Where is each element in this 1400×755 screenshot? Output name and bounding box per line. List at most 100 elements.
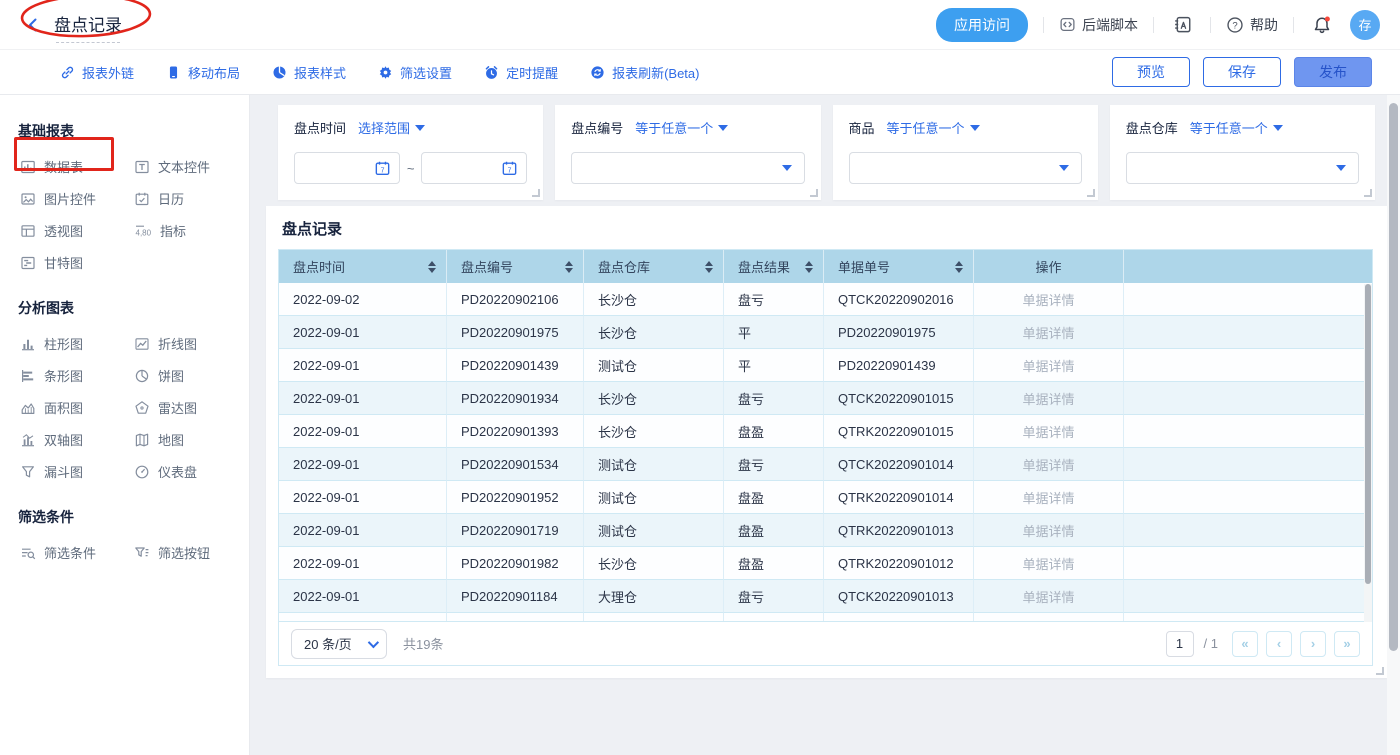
- filter-widgets-grid: 筛选条件 筛选按钮: [18, 543, 231, 562]
- col-result[interactable]: 盘点结果: [724, 250, 824, 283]
- sidebar-item-bar-chart[interactable]: 条形图: [20, 366, 120, 385]
- filter-operator-dropdown[interactable]: 选择范围: [358, 118, 425, 137]
- document-detail-link[interactable]: 单据详情: [1022, 356, 1074, 375]
- avatar[interactable]: 存: [1350, 10, 1380, 40]
- sidebar-item-column-chart[interactable]: 柱形图: [20, 334, 120, 353]
- table-title: 盘点记录: [278, 216, 1373, 249]
- sidebar-item-text-widget[interactable]: 文本控件: [134, 157, 231, 176]
- table-vertical-scrollbar[interactable]: [1364, 284, 1372, 622]
- page-vertical-scrollbar[interactable]: [1387, 95, 1400, 755]
- scrollbar-thumb[interactable]: [1365, 284, 1371, 584]
- scrollbar-thumb[interactable]: [1389, 103, 1398, 651]
- sidebar-item-funnel-chart[interactable]: 漏斗图: [20, 462, 120, 481]
- filter-select[interactable]: [1126, 152, 1359, 184]
- sort-icon[interactable]: [955, 261, 963, 273]
- filter-select[interactable]: [849, 152, 1082, 184]
- sort-icon[interactable]: [705, 261, 713, 273]
- col-warehouse[interactable]: 盘点仓库: [584, 250, 724, 283]
- address-book-button[interactable]: [1169, 12, 1195, 38]
- sidebar-item-map[interactable]: 地图: [134, 430, 231, 449]
- toolbar-item-report-style[interactable]: 报表样式: [272, 63, 346, 82]
- document-detail-link[interactable]: 单据详情: [1022, 323, 1074, 342]
- document-detail-link[interactable]: 单据详情: [1022, 488, 1074, 507]
- sidebar-item-image-widget[interactable]: 图片控件: [20, 189, 120, 208]
- sort-icon[interactable]: [565, 261, 573, 273]
- sidebar-item-radar-chart[interactable]: 雷达图: [134, 398, 231, 417]
- filter-operator-dropdown[interactable]: 等于任意一个: [1190, 118, 1283, 137]
- data-table-widget[interactable]: 盘点记录 盘点时间 盘点编号 盘点仓库 盘点结果 单据单号 操作 2022-09…: [266, 206, 1387, 678]
- toolbar-item-external-link[interactable]: 报表外链: [60, 63, 134, 82]
- cell-result: 盘亏: [724, 580, 824, 613]
- sidebar-item-line-chart[interactable]: 折线图: [134, 334, 231, 353]
- chevron-down-icon: [970, 125, 980, 131]
- prev-page-button[interactable]: ‹: [1266, 631, 1292, 657]
- last-page-button[interactable]: »: [1334, 631, 1360, 657]
- sidebar-item-filter-button[interactable]: 筛选按钮: [134, 543, 231, 562]
- col-inventory-number[interactable]: 盘点编号: [447, 250, 584, 283]
- basic-reports-grid: 数据表 文本控件 图片控件 日历 透视图: [18, 157, 231, 272]
- sidebar-item-label: 数据表: [44, 157, 83, 176]
- widget-resize-handle[interactable]: [532, 189, 540, 197]
- filter-widget-inventory-number[interactable]: 盘点编号 等于任意一个: [555, 105, 820, 200]
- filter-select[interactable]: [571, 152, 804, 184]
- cell-inventory-time: 2022-09-01: [279, 349, 447, 382]
- sidebar-item-pie-chart[interactable]: 饼图: [134, 366, 231, 385]
- filter-operator-dropdown[interactable]: 等于任意一个: [887, 118, 980, 137]
- save-button[interactable]: 保存: [1203, 57, 1281, 87]
- document-detail-link[interactable]: 单据详情: [1022, 455, 1074, 474]
- sidebar-item-filter-condition[interactable]: 筛选条件: [20, 543, 120, 562]
- col-document-number[interactable]: 单据单号: [824, 250, 974, 283]
- filter-widget-inventory-time[interactable]: 盘点时间 选择范围 7 ~ 7: [278, 105, 543, 200]
- preview-button[interactable]: 预览: [1112, 57, 1190, 87]
- first-page-button[interactable]: «: [1232, 631, 1258, 657]
- sidebar-item-pivot-table[interactable]: 透视图: [20, 221, 120, 240]
- help-button[interactable]: ? 帮助: [1226, 15, 1278, 35]
- document-detail-link[interactable]: 单据详情: [1022, 422, 1074, 441]
- sidebar-item-dual-axis-chart[interactable]: 双轴图: [20, 430, 120, 449]
- sidebar-item-gauge[interactable]: 仪表盘: [134, 462, 231, 481]
- document-detail-link[interactable]: 单据详情: [1022, 290, 1074, 309]
- report-toolbar: 报表外链 移动布局 报表样式 筛选设置 定时提醒 报表刷新(Beta): [0, 50, 1400, 95]
- document-detail-link[interactable]: 单据详情: [1022, 389, 1074, 408]
- toolbar-item-timed-reminder[interactable]: 定时提醒: [484, 63, 558, 82]
- widget-resize-handle[interactable]: [1364, 189, 1372, 197]
- sidebar-item-area-chart[interactable]: 面积图: [20, 398, 120, 417]
- document-detail-link[interactable]: 单据详情: [1022, 521, 1074, 540]
- col-inventory-time[interactable]: 盘点时间: [279, 250, 447, 283]
- backend-script-button[interactable]: 后端脚本: [1059, 15, 1138, 35]
- sidebar-item-calendar[interactable]: 日历: [134, 189, 231, 208]
- publish-button[interactable]: 发布: [1294, 57, 1372, 87]
- document-detail-link[interactable]: 单据详情: [1022, 587, 1074, 606]
- page-size-select[interactable]: 20 条/页: [291, 629, 387, 659]
- document-detail-link[interactable]: 单据详情: [1022, 554, 1074, 573]
- sidebar-item-data-table[interactable]: 数据表: [20, 157, 120, 176]
- notifications-button[interactable]: [1309, 12, 1335, 38]
- filter-widget-product[interactable]: 商品 等于任意一个: [833, 105, 1098, 200]
- report-title[interactable]: 盘点记录: [54, 11, 122, 39]
- widget-resize-handle[interactable]: [1376, 667, 1384, 675]
- filter-widget-inventory-warehouse[interactable]: 盘点仓库 等于任意一个: [1110, 105, 1375, 200]
- date-start-input[interactable]: 7: [294, 152, 400, 184]
- sidebar-item-label: 甘特图: [44, 253, 83, 272]
- back-button[interactable]: [20, 12, 46, 38]
- page-number-input[interactable]: 1: [1166, 631, 1194, 657]
- toolbar-item-filter-settings[interactable]: 筛选设置: [378, 63, 452, 82]
- filter-operator-dropdown[interactable]: 等于任意一个: [635, 118, 728, 137]
- cell-inventory-number: PD20220901184: [447, 580, 584, 613]
- widget-resize-handle[interactable]: [810, 189, 818, 197]
- toolbar-item-mobile-layout[interactable]: 移动布局: [166, 63, 240, 82]
- widget-resize-handle[interactable]: [1087, 189, 1095, 197]
- alarm-clock-icon: [484, 65, 499, 80]
- date-end-input[interactable]: 7: [421, 152, 527, 184]
- toolbar-item-report-refresh[interactable]: 报表刷新(Beta): [590, 63, 699, 82]
- sidebar-item-indicator[interactable]: 4,80 指标: [134, 221, 231, 240]
- next-page-button[interactable]: ›: [1300, 631, 1326, 657]
- app-access-button[interactable]: 应用访问: [936, 8, 1028, 42]
- pivot-table-icon: [20, 223, 36, 239]
- cell-warehouse: 测试仓: [584, 349, 724, 382]
- sort-icon[interactable]: [805, 261, 813, 273]
- cell-inventory-number: PD20220901952: [447, 481, 584, 514]
- sort-icon[interactable]: [428, 261, 436, 273]
- cell-document-number: QTRK20220901014: [824, 481, 974, 514]
- sidebar-item-gantt-chart[interactable]: 甘特图: [20, 253, 120, 272]
